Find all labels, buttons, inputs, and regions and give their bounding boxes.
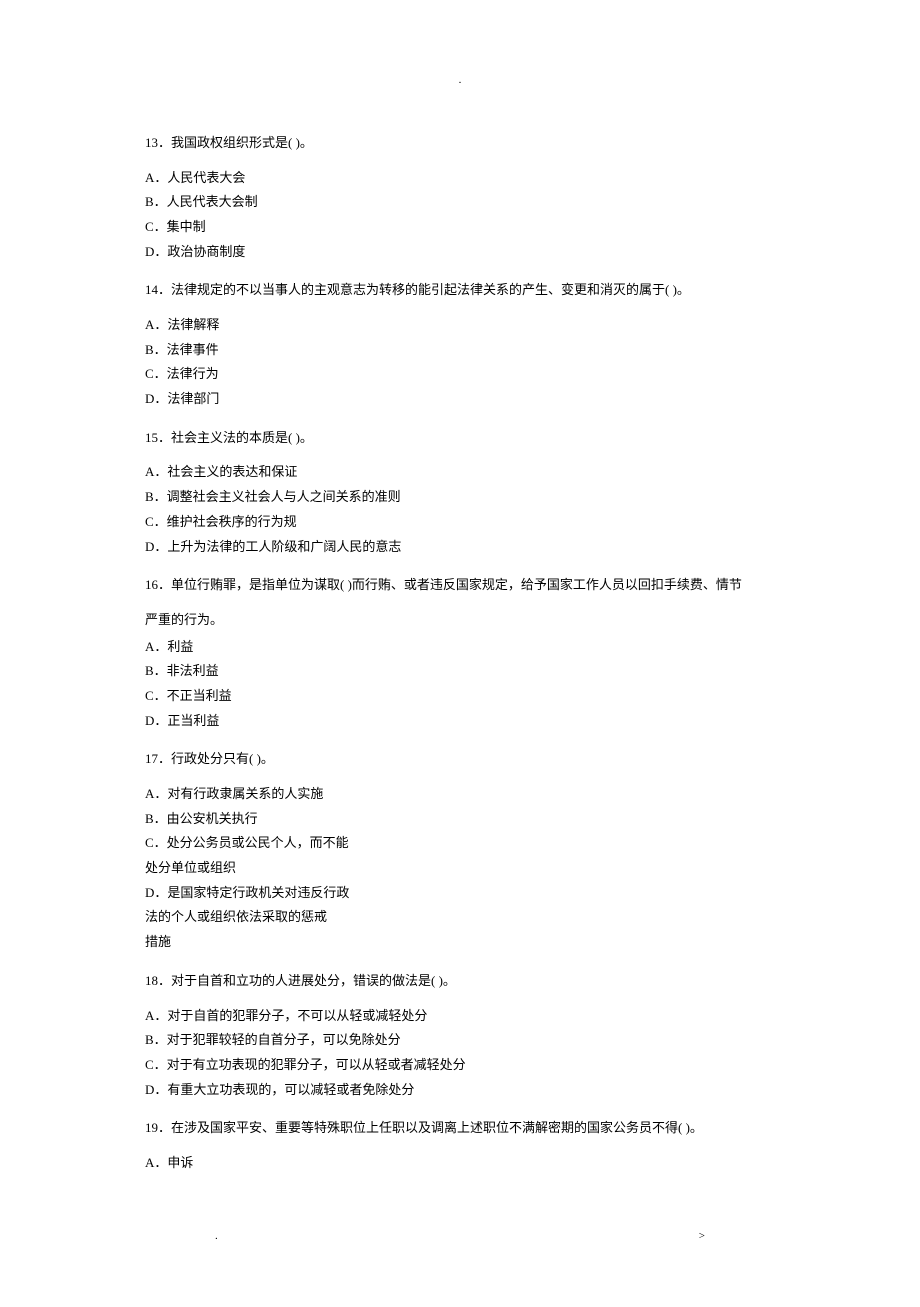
option-d: D．政治协商制度 [145,240,775,265]
document-page: . 13．我国政权组织形式是( )。 A．人民代表大会 B．人民代表大会制 C．… [0,0,920,1307]
option-b: B．调整社会主义社会人与人之间关系的准则 [145,485,775,510]
option-c-line2: 处分单位或组织 [145,856,775,881]
question-15: 15．社会主义法的本质是( )。 A．社会主义的表达和保证 B．调整社会主义社会… [145,426,775,559]
question-stem: 14．法律规定的不以当事人的主观意志为转移的能引起法律关系的产生、变更和消灭的属… [145,278,775,303]
question-19: 19．在涉及国家平安、重要等特殊职位上任职以及调离上述职位不满解密期的国家公务员… [145,1116,775,1175]
option-a: A．社会主义的表达和保证 [145,460,775,485]
footer-right-mark: > [699,1226,705,1247]
option-b: B．对于犯罪较轻的自首分子，可以免除处分 [145,1028,775,1053]
option-b: B．由公安机关执行 [145,807,775,832]
question-stem: 16．单位行贿罪，是指单位为谋取( )而行贿、或者违反国家规定，给予国家工作人员… [145,573,775,598]
question-17: 17．行政处分只有( )。 A．对有行政隶属关系的人实施 B．由公安机关执行 C… [145,747,775,955]
option-c: C．不正当利益 [145,684,775,709]
question-stem: 13．我国政权组织形式是( )。 [145,131,775,156]
option-a: A．人民代表大会 [145,166,775,191]
option-d: D．有重大立功表现的，可以减轻或者免除处分 [145,1078,775,1103]
option-b: B．非法利益 [145,659,775,684]
option-c: C．维护社会秩序的行为规 [145,510,775,535]
question-stem: 15．社会主义法的本质是( )。 [145,426,775,451]
option-c: C．对于有立功表现的犯罪分子，可以从轻或者减轻处分 [145,1053,775,1078]
option-d: D．正当利益 [145,709,775,734]
question-stem: 18．对于自首和立功的人进展处分，错误的做法是( )。 [145,969,775,994]
page-footer: . > [145,1226,775,1247]
option-a: A．利益 [145,635,775,660]
question-14: 14．法律规定的不以当事人的主观意志为转移的能引起法律关系的产生、变更和消灭的属… [145,278,775,411]
option-c: C．集中制 [145,215,775,240]
question-stem: 17．行政处分只有( )。 [145,747,775,772]
option-b: B．人民代表大会制 [145,190,775,215]
option-d-line3: 措施 [145,930,775,955]
option-c-line1: C．处分公务员或公民个人，而不能 [145,831,775,856]
option-b: B．法律事件 [145,338,775,363]
question-13: 13．我国政权组织形式是( )。 A．人民代表大会 B．人民代表大会制 C．集中… [145,131,775,264]
question-stem: 19．在涉及国家平安、重要等特殊职位上任职以及调离上述职位不满解密期的国家公务员… [145,1116,775,1141]
footer-left-dot: . [215,1226,218,1247]
option-c: C．法律行为 [145,362,775,387]
question-16: 16．单位行贿罪，是指单位为谋取( )而行贿、或者违反国家规定，给予国家工作人员… [145,573,775,733]
option-a: A．申诉 [145,1151,775,1176]
question-18: 18．对于自首和立功的人进展处分，错误的做法是( )。 A．对于自首的犯罪分子，… [145,969,775,1102]
option-d: D．上升为法律的工人阶级和广阔人民的意志 [145,535,775,560]
option-a: A．对有行政隶属关系的人实施 [145,782,775,807]
option-d-line1: D．是国家特定行政机关对违反行政 [145,881,775,906]
option-d: D．法律部门 [145,387,775,412]
option-a: A．法律解释 [145,313,775,338]
header-dot: . [145,70,775,91]
option-d-line2: 法的个人或组织依法采取的惩戒 [145,905,775,930]
option-a: A．对于自首的犯罪分子，不可以从轻或减轻处分 [145,1004,775,1029]
question-stem-continuation: 严重的行为。 [145,608,775,633]
